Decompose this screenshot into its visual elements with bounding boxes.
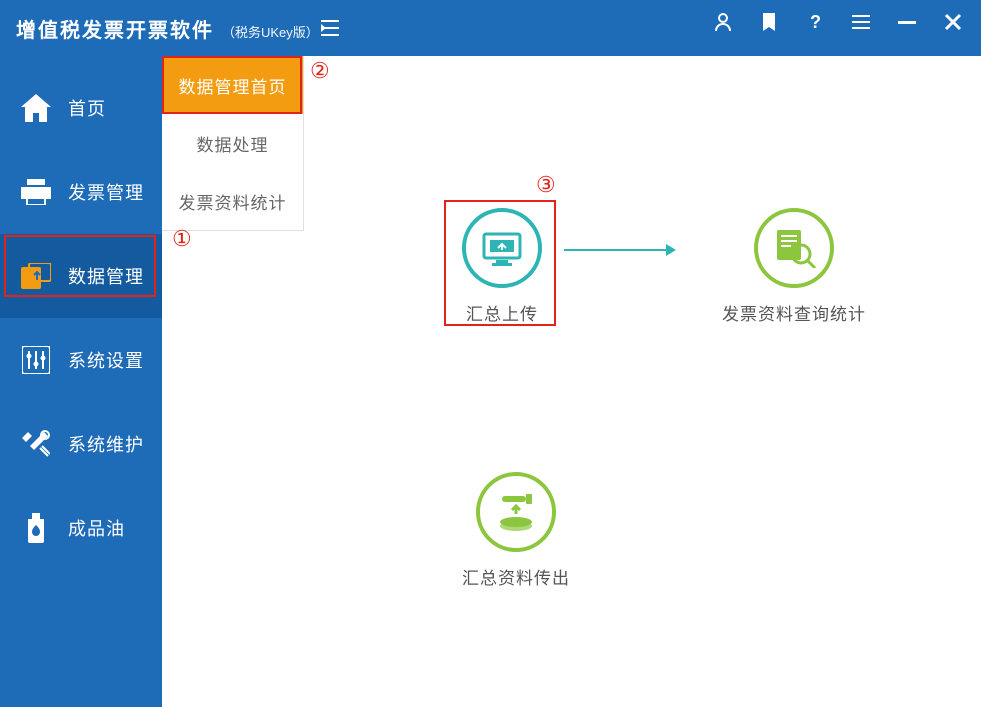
svg-text:?: ? [810, 12, 821, 32]
sidebar-item-label: 系统设置 [68, 347, 144, 373]
bookmark-button[interactable] [759, 12, 779, 32]
submenu-item-label: 数据处理 [197, 131, 269, 156]
submenu-item-label: 数据管理首页 [179, 73, 287, 98]
func-label: 汇总上传 [466, 300, 538, 325]
help-button[interactable]: ? [805, 12, 825, 32]
sidebar-item-oil[interactable]: 成品油 [0, 486, 162, 570]
home-icon [20, 92, 52, 124]
minimize-icon [898, 13, 916, 31]
submenu-item-invoice-stats[interactable]: 发票资料统计 [162, 172, 303, 230]
user-icon [715, 13, 731, 31]
submenu-item-data-home[interactable]: 数据管理首页 [162, 56, 303, 114]
app-title: 增值税发票开票软件 [16, 14, 214, 43]
sidebar-item-home[interactable]: 首页 [0, 66, 162, 150]
data-icon [20, 260, 52, 292]
sidebar-item-label: 数据管理 [68, 263, 144, 289]
sidebar-item-label: 发票管理 [68, 179, 144, 205]
printer-icon [20, 176, 52, 208]
oil-icon [20, 512, 52, 544]
invoice-query-icon [754, 208, 834, 288]
close-icon [944, 13, 962, 31]
menu-icon [852, 15, 870, 29]
app-subtitle: （税务UKey版） [222, 22, 319, 41]
menu-button[interactable] [851, 12, 871, 32]
collapse-icon [321, 20, 339, 36]
sidebar-item-invoice[interactable]: 发票管理 [0, 150, 162, 234]
sidebar-item-label: 首页 [68, 95, 106, 121]
help-icon: ? [808, 12, 822, 32]
sidebar-item-label: 系统维护 [68, 431, 144, 457]
arrow-connector [564, 249, 674, 251]
sidebar: 首页 发票管理 数据管理 系统设置 [0, 56, 162, 707]
func-label: 发票资料查询统计 [722, 300, 866, 325]
func-summary-export[interactable]: 汇总资料传出 [462, 472, 570, 589]
submenu-item-label: 发票资料统计 [179, 189, 287, 214]
func-invoice-query-stats[interactable]: 发票资料查询统计 [722, 208, 866, 325]
minimize-button[interactable] [897, 12, 917, 32]
func-summary-upload[interactable]: 汇总上传 [462, 208, 542, 325]
sliders-icon [20, 344, 52, 376]
header-right-toolbar: ? [713, 12, 963, 32]
bookmark-icon [762, 13, 776, 31]
summary-upload-icon [462, 208, 542, 288]
submenu-item-data-process[interactable]: 数据处理 [162, 114, 303, 172]
close-button[interactable] [943, 12, 963, 32]
submenu: 数据管理首页 数据处理 发票资料统计 [162, 56, 304, 231]
sidebar-item-maintenance[interactable]: 系统维护 [0, 402, 162, 486]
sidebar-item-settings[interactable]: 系统设置 [0, 318, 162, 402]
app-header: 增值税发票开票软件 （税务UKey版） [0, 0, 981, 56]
sidebar-item-label: 成品油 [68, 515, 125, 541]
app-title-area: 增值税发票开票软件 （税务UKey版） [16, 14, 319, 43]
sidebar-item-data[interactable]: 数据管理 [0, 234, 162, 318]
content-area: 汇总上传 发票资料查询统计 [304, 56, 981, 707]
collapse-sidebar-button[interactable] [316, 14, 344, 42]
tools-icon [20, 428, 52, 460]
func-label: 汇总资料传出 [462, 564, 570, 589]
summary-export-icon [476, 472, 556, 552]
user-button[interactable] [713, 12, 733, 32]
